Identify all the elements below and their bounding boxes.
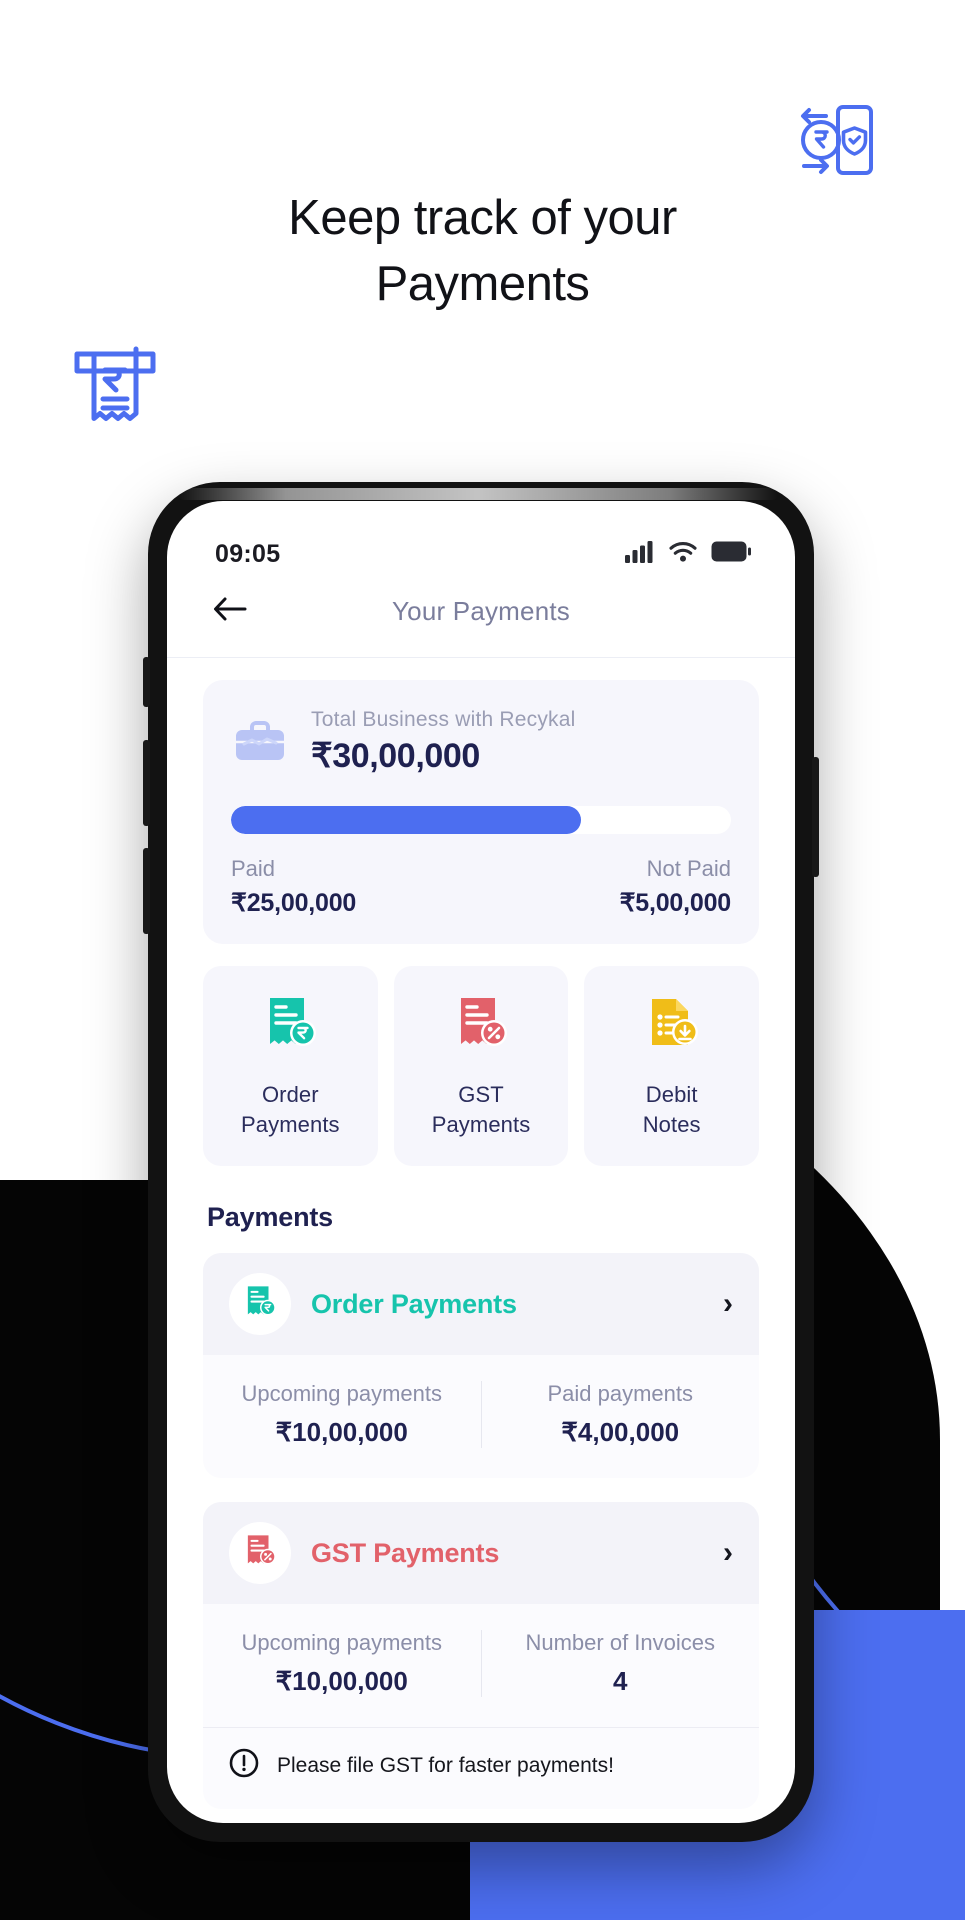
order-payments-title: Order Payments — [311, 1288, 517, 1319]
order-payments-card: Order Payments › Upcoming payments ₹10,0… — [203, 1253, 759, 1478]
tile-gst-payments-label: GST Payments — [432, 1080, 531, 1140]
briefcase-icon — [231, 713, 289, 771]
paid-value: ₹25,00,000 — [231, 889, 357, 917]
section-title-payments: Payments — [207, 1202, 333, 1232]
tile-order-payments[interactable]: Order Payments — [203, 966, 378, 1166]
arrow-left-icon — [213, 596, 247, 627]
chevron-right-icon[interactable]: › — [723, 1538, 733, 1568]
tile-label-line2: Notes — [642, 1112, 701, 1137]
receipt-rupee-icon — [72, 345, 158, 432]
order-payments-header[interactable]: Order Payments › — [203, 1253, 759, 1355]
wifi-icon — [669, 541, 697, 568]
gst-note-text: Please file GST for faster payments! — [277, 1753, 614, 1777]
phone-button-volume-down — [143, 848, 150, 934]
receipt-rupee-teal-icon — [262, 994, 318, 1060]
tile-order-payments-label: Order Payments — [241, 1080, 340, 1140]
paid-progress-bar — [231, 806, 731, 834]
phone-button-silent — [143, 657, 150, 707]
stat-value: ₹4,00,000 — [561, 1417, 680, 1447]
screen-content: Total Business with Recykal ₹30,00,000 P… — [167, 658, 795, 1809]
stat-value: ₹10,00,000 — [275, 1417, 408, 1447]
stat-upcoming-payments: Upcoming payments ₹10,00,000 — [203, 1630, 481, 1697]
phone-screen: 09:05 Your Payments Total Business with … — [167, 501, 795, 1823]
status-bar-icons — [625, 540, 751, 568]
headline-line-1: Keep track of your — [288, 191, 677, 245]
paid-progress-fill — [231, 806, 581, 834]
phone-top-glare — [178, 488, 778, 500]
stat-value: 4 — [613, 1666, 628, 1696]
stat-number-of-invoices: Number of Invoices 4 — [480, 1630, 760, 1697]
headline-line-2: Payments — [375, 257, 590, 311]
total-business-card: Total Business with Recykal ₹30,00,000 P… — [203, 680, 759, 944]
tile-label-line1: Debit — [645, 1082, 698, 1107]
signal-bars-icon — [625, 540, 655, 568]
page-title: Keep track of your Payments — [0, 185, 965, 317]
tile-debit-notes-label: Debit Notes — [643, 1080, 701, 1140]
total-business-header: Total Business with Recykal ₹30,00,000 — [231, 708, 731, 776]
total-business-label: Total Business with Recykal — [311, 708, 576, 731]
gst-payments-card: GST Payments › Upcoming payments ₹10,00,… — [203, 1502, 759, 1809]
phone-button-power — [812, 757, 819, 877]
gst-payments-stats: Upcoming payments ₹10,00,000 Number of I… — [203, 1604, 759, 1727]
phone-button-volume-up — [143, 740, 150, 826]
paid-label: Paid — [231, 856, 276, 881]
app-bar: Your Payments — [167, 573, 795, 657]
gst-note-row: Please file GST for faster payments! — [203, 1727, 759, 1809]
stat-paid-payments: Paid payments ₹4,00,000 — [480, 1381, 760, 1448]
stat-value: ₹10,00,000 — [275, 1666, 408, 1696]
not-paid-value: ₹5,00,000 — [619, 889, 732, 917]
tile-gst-payments[interactable]: GST Payments — [393, 966, 569, 1166]
gst-payments-header[interactable]: GST Payments › — [203, 1502, 759, 1604]
mobile-payment-secure-icon — [792, 98, 876, 187]
total-business-amount: ₹30,00,000 — [311, 737, 480, 775]
paid-column: Paid ₹25,00,000 — [231, 856, 356, 918]
app-bar-title: Your Payments — [392, 595, 570, 626]
paid-unpaid-row: Paid ₹25,00,000 Not Paid ₹5,00,000 — [231, 856, 731, 918]
tile-label-line2: Payments — [241, 1112, 340, 1137]
status-bar: 09:05 — [167, 501, 795, 573]
stat-label: Upcoming payments — [241, 1630, 443, 1655]
quick-action-tiles: Order Payments GST Payments Debit Notes — [203, 966, 760, 1166]
alert-circle-icon — [229, 1748, 259, 1783]
not-paid-column: Not Paid ₹5,00,000 — [619, 856, 732, 918]
not-paid-label: Not Paid — [646, 856, 731, 881]
gst-payments-title: GST Payments — [311, 1537, 500, 1568]
receipt-percent-red-icon — [453, 994, 509, 1060]
promo-screenshot: Keep track of your Payments 09:05 Your P… — [0, 0, 965, 1920]
total-business-text: Total Business with Recykal ₹30,00,000 — [311, 708, 576, 776]
receipt-rupee-teal-icon — [229, 1273, 291, 1335]
receipt-percent-red-icon — [229, 1522, 291, 1584]
tile-debit-notes[interactable]: Debit Notes — [584, 966, 760, 1166]
tile-label-line2: Payments — [431, 1112, 531, 1137]
order-payments-stats: Upcoming payments ₹10,00,000 Paid paymen… — [203, 1355, 759, 1478]
stat-label: Upcoming payments — [241, 1381, 443, 1406]
document-download-yellow-icon — [644, 994, 700, 1060]
stat-upcoming-payments: Upcoming payments ₹10,00,000 — [203, 1381, 481, 1448]
phone-mockup: 09:05 Your Payments Total Business with … — [143, 482, 819, 1842]
chevron-right-icon[interactable]: › — [723, 1289, 733, 1319]
tile-label-line1: GST — [458, 1082, 504, 1107]
stat-label: Paid payments — [547, 1381, 694, 1406]
status-bar-clock: 09:05 — [215, 539, 281, 568]
back-button[interactable] — [207, 588, 253, 634]
battery-icon — [711, 541, 751, 567]
tile-label-line1: Order — [261, 1082, 319, 1107]
stat-label: Number of Invoices — [525, 1630, 716, 1655]
